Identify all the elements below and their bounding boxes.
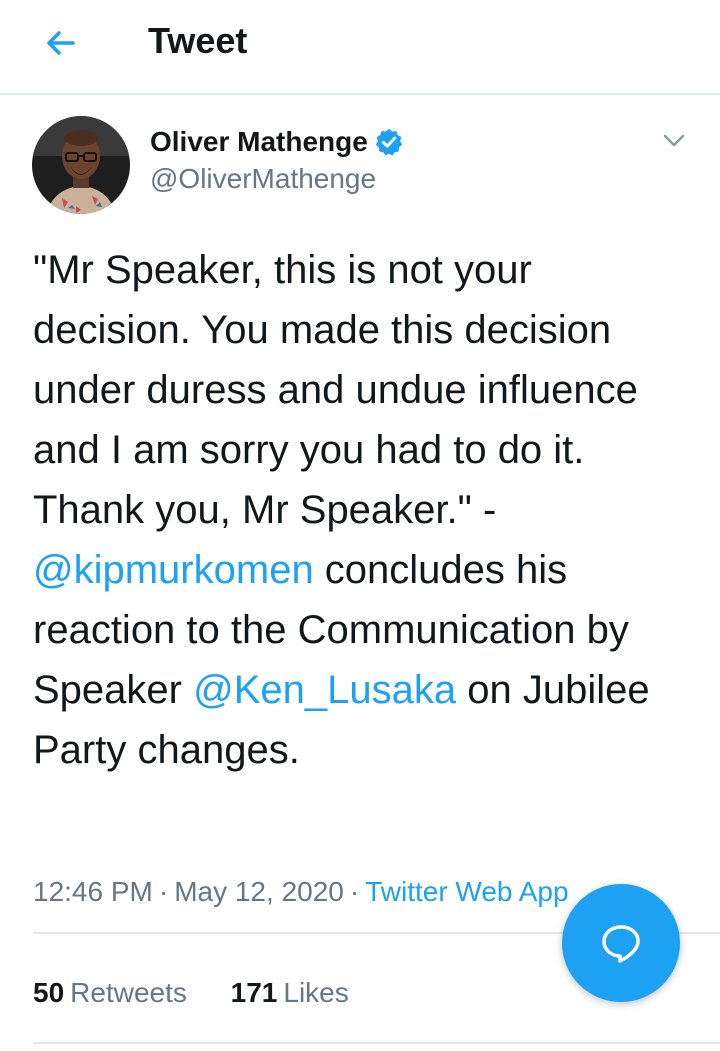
retweets-count: 50	[33, 977, 65, 1008]
chevron-down-icon	[663, 134, 685, 147]
mention-link[interactable]: @kipmurkomen	[33, 548, 314, 592]
tweet-text: "Mr Speaker, this is not your decision. …	[33, 240, 693, 780]
mention-link[interactable]: @Ken_Lusaka	[193, 668, 456, 712]
verified-badge-icon	[375, 128, 402, 156]
avatar[interactable]	[32, 116, 130, 214]
avatar-image	[32, 116, 130, 214]
tweet-text-segment: "Mr Speaker, this is not your decision. …	[33, 248, 638, 532]
back-button[interactable]	[40, 22, 82, 64]
retweets-stat[interactable]: 50 Retweets	[33, 977, 187, 1008]
meta-separator: ·	[349, 876, 360, 907]
arrow-left-icon	[47, 31, 75, 55]
author-name-row: Oliver Mathenge	[150, 124, 404, 160]
tweet-source-link[interactable]: Twitter Web App	[365, 876, 568, 907]
meta-separator: ·	[158, 876, 169, 907]
author-handle[interactable]: @OliverMathenge	[150, 163, 376, 195]
reply-fab-button[interactable]	[562, 884, 680, 1002]
divider	[33, 1042, 720, 1044]
tweet-date: May 12, 2020	[174, 876, 344, 907]
top-app-bar: Tweet	[0, 0, 720, 95]
author-name[interactable]: Oliver Mathenge	[150, 126, 368, 158]
retweets-label: Retweets	[70, 977, 187, 1008]
tweet-detail-page: Tweet Oliver Mathenge @OliverMathenge "M…	[0, 0, 720, 1051]
tweet-stats: 50 Retweets 171 Likes	[33, 975, 385, 1011]
likes-count: 171	[230, 977, 278, 1008]
page-title: Tweet	[148, 20, 248, 61]
more-options-button[interactable]	[658, 124, 690, 156]
likes-label: Likes	[283, 977, 349, 1008]
likes-stat[interactable]: 171 Likes	[231, 977, 349, 1008]
tweet-meta: 12:46 PM · May 12, 2020 · Twitter Web App	[33, 872, 569, 912]
reply-bubble-icon	[602, 925, 640, 963]
tweet-time: 12:46 PM	[33, 876, 153, 907]
